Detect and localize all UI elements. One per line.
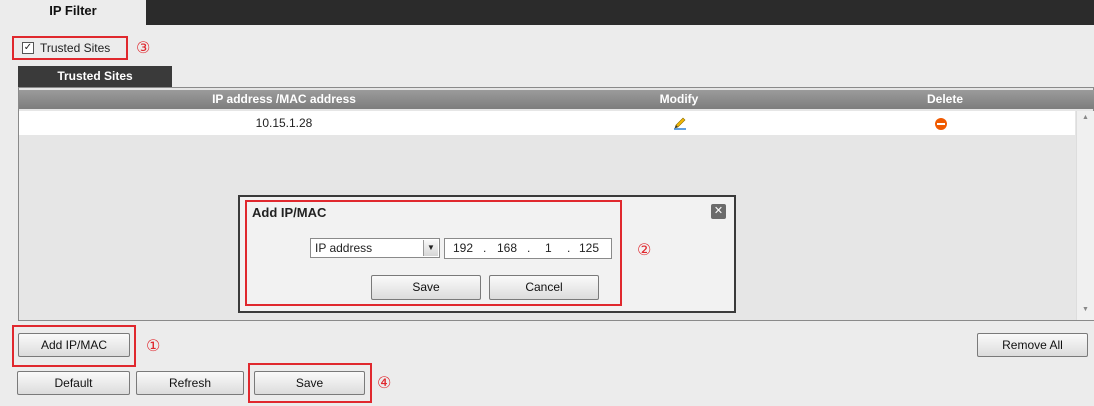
scroll-down-arrow-icon[interactable]: ▼ — [1082, 306, 1089, 313]
tab-trusted-sites[interactable]: Trusted Sites — [18, 66, 172, 87]
annotation-2: ② — [637, 240, 652, 259]
row-address: 10.15.1.28 — [255, 116, 313, 130]
close-icon[interactable]: ✕ — [711, 204, 726, 219]
annotation-4: ④ — [377, 373, 392, 392]
pencil-icon[interactable] — [671, 111, 689, 138]
add-ipmac-button[interactable]: Add IP/MAC — [18, 333, 130, 357]
top-bar — [0, 0, 1094, 25]
column-header-address: IP address /MAC address — [212, 92, 356, 106]
annotation-1: ① — [146, 336, 161, 355]
refresh-button[interactable]: Refresh — [136, 371, 244, 395]
save-button[interactable]: Save — [254, 371, 365, 395]
column-header-modify: Modify — [659, 92, 699, 106]
tab-ip-filter[interactable]: IP Filter — [0, 0, 146, 25]
remove-icon[interactable] — [933, 111, 949, 139]
table-scrollbar[interactable]: ▲ ▼ — [1076, 111, 1094, 320]
annotation-3: ③ — [136, 38, 151, 57]
scroll-up-arrow-icon[interactable]: ▲ — [1082, 114, 1089, 121]
annotation-box-2 — [245, 200, 622, 306]
table-row[interactable]: 10.15.1.28 — [19, 111, 1075, 135]
remove-all-button[interactable]: Remove All — [977, 333, 1088, 357]
default-button[interactable]: Default — [17, 371, 130, 395]
table-header: IP address /MAC address Modify Delete — [19, 90, 1094, 109]
trusted-sites-label: Trusted Sites — [40, 41, 111, 55]
column-header-delete: Delete — [926, 92, 964, 106]
trusted-sites-checkbox[interactable]: ✓ — [22, 42, 34, 54]
